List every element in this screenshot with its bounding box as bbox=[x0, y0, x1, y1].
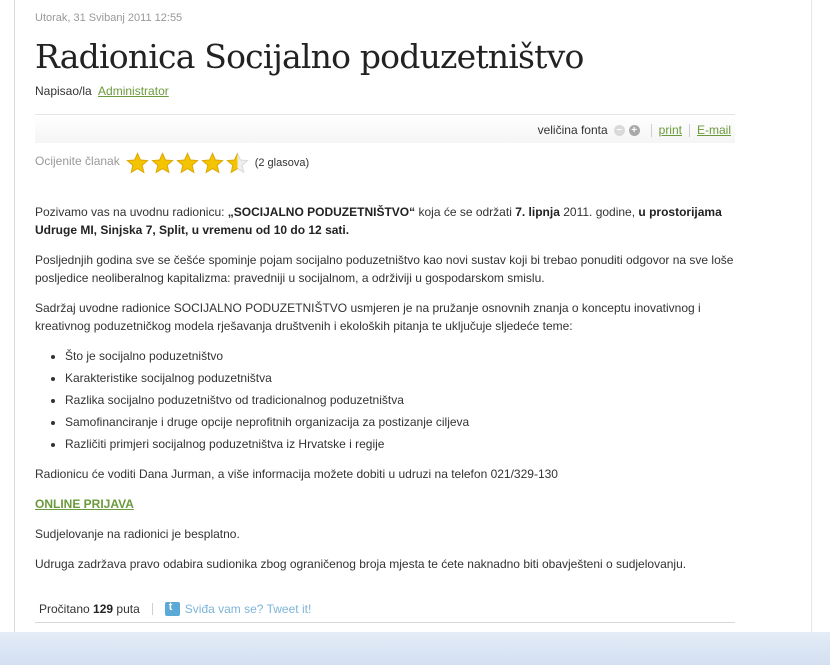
toolbar-divider bbox=[650, 123, 652, 137]
article-author: Napisao/la Administrator bbox=[35, 84, 169, 98]
article-rating: Ocijenite članak (2 glasova) bbox=[35, 152, 309, 174]
print-link[interactable]: print bbox=[659, 123, 682, 137]
star-icon[interactable] bbox=[225, 152, 249, 174]
read-suffix: puta bbox=[116, 602, 140, 616]
list-item: Razlika socijalno poduzetništvo od tradi… bbox=[65, 391, 735, 409]
paragraph: Sudjelovanje na radionici je besplatno. bbox=[35, 527, 240, 541]
read-count-value: 129 bbox=[93, 602, 114, 616]
list-item: Samofinanciranje i druge opcije neprofit… bbox=[65, 413, 735, 431]
list-item: Što je socijalno poduzetništvo bbox=[65, 347, 735, 365]
author-prefix: Napisao/la bbox=[35, 84, 92, 98]
article-body: Pozivamo vas na uvodnu radionicu: „SOCIJ… bbox=[35, 203, 735, 585]
intro-paragraph: Pozivamo vas na uvodnu radionicu: „SOCIJ… bbox=[35, 203, 735, 239]
font-decrease-button[interactable]: − bbox=[613, 124, 625, 136]
left-border bbox=[14, 0, 15, 632]
workshop-name: „SOCIJALNO PODUZETNIŠTVO“ bbox=[227, 205, 416, 219]
paragraph: Udruga zadržava pravo odabira sudionika … bbox=[35, 557, 687, 571]
list-item: Karakteristike socijalnog poduzetništva bbox=[65, 369, 735, 387]
tweet-link[interactable]: Sviđa vam se? Tweet it! bbox=[185, 602, 312, 616]
paragraph: Posljednjih godina sve se češće spominje… bbox=[35, 253, 734, 285]
star-icon[interactable] bbox=[150, 152, 174, 174]
toolbar-divider bbox=[688, 123, 690, 137]
article-footer: Pročitano 129 puta Sviđa vam se? Tweet i… bbox=[35, 592, 735, 623]
star-icon[interactable] bbox=[200, 152, 224, 174]
article-title: Radionica Socijalno poduzetništvo bbox=[35, 37, 584, 76]
rating-votes: (2 glasova) bbox=[254, 157, 310, 169]
paragraph: Sadržaj uvodne radionice SOCIJALNO PODUZ… bbox=[35, 301, 701, 333]
topics-list: Što je socijalno poduzetništvo Karakteri… bbox=[35, 347, 735, 453]
article-date: Utorak, 31 Svibanj 2011 12:55 bbox=[35, 12, 183, 24]
online-registration-link[interactable]: ONLINE PRIJAVA bbox=[35, 497, 134, 511]
intro-text: Pozivamo vas na uvodnu radionicu: bbox=[35, 205, 228, 219]
online-registration-paragraph: ONLINE PRIJAVA bbox=[35, 495, 735, 513]
twitter-icon[interactable] bbox=[164, 601, 180, 616]
article-toolbar: veličina fonta − + print E-mail bbox=[35, 114, 735, 143]
rating-stars[interactable] bbox=[125, 152, 251, 174]
star-icon[interactable] bbox=[175, 152, 199, 174]
intro-text: 2011. godine, bbox=[559, 205, 639, 219]
font-increase-button[interactable]: + bbox=[628, 124, 640, 136]
list-item: Različiti primjeri socijalnog poduzetniš… bbox=[65, 435, 735, 453]
email-link[interactable]: E-mail bbox=[697, 123, 731, 137]
paragraph: Radionicu će voditi Dana Jurman, a više … bbox=[35, 467, 558, 481]
star-icon[interactable] bbox=[125, 152, 149, 174]
right-border bbox=[811, 0, 812, 632]
author-link[interactable]: Administrator bbox=[98, 84, 169, 98]
page-bottom-band bbox=[0, 632, 830, 665]
rating-label: Ocijenite članak bbox=[35, 154, 120, 168]
font-size-label: veličina fonta bbox=[537, 123, 608, 137]
read-prefix: Pročitano bbox=[39, 602, 90, 616]
read-count: Pročitano 129 puta bbox=[39, 602, 140, 616]
intro-text: koja će se održati bbox=[415, 205, 516, 219]
footer-divider bbox=[151, 603, 153, 615]
workshop-date: 7. lipnja bbox=[515, 205, 560, 219]
